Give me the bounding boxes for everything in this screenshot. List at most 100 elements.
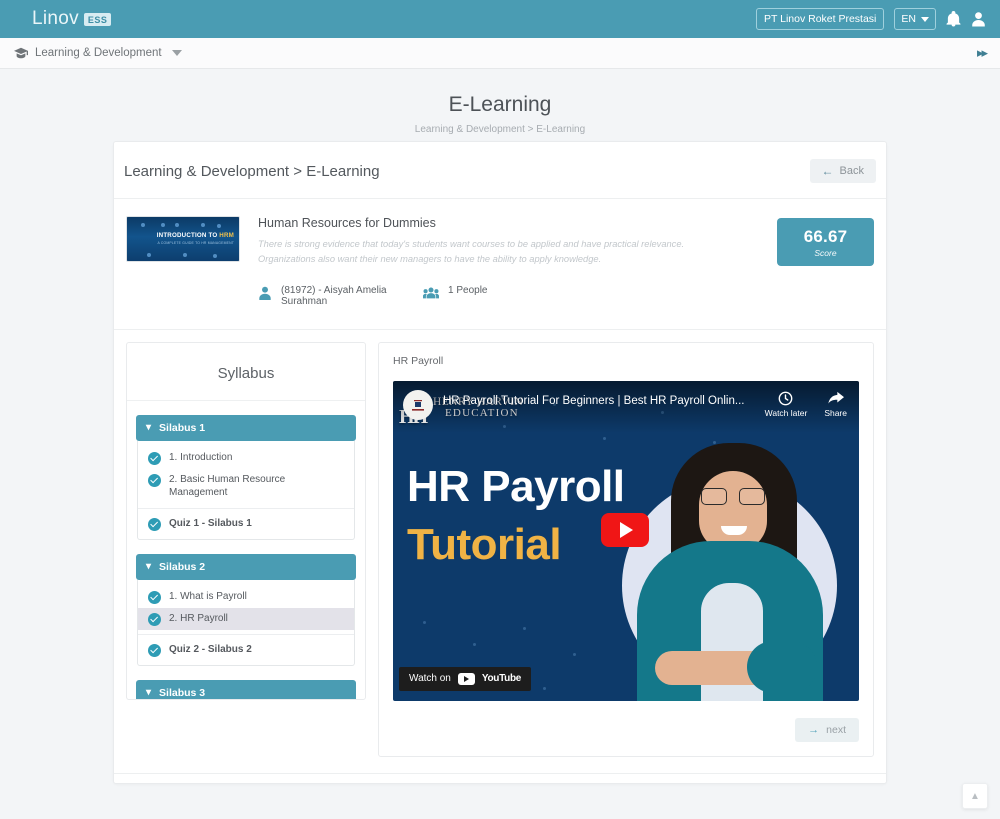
graduation-cap-icon [14,47,28,59]
brand-badge: ESS [83,13,112,26]
syllabus-quiz-item[interactable]: Quiz 2 - Silabus 2 [138,633,354,661]
arrow-left-icon: ← [821,164,834,178]
syllabus-lesson-label: 2. Basic Human Resource Management [169,473,286,499]
check-circle-icon [148,451,161,465]
course-summary: INTRODUCTION TO HRM A COMPLETE GUIDE TO … [114,199,886,330]
course-content-area: Syllabus ▾ Silabus 1 1. Introduction 2. … [114,330,886,773]
syllabus-lesson-item[interactable]: 1. What is Payroll [138,586,354,608]
watch-on-youtube-button[interactable]: Watch on YouTube [399,666,532,691]
page-header: E-Learning Learning & Development > E-Le… [0,69,1000,141]
next-button[interactable]: → next [795,717,859,742]
syllabus-quiz-label: Quiz 1 - Silabus 1 [169,517,252,529]
youtube-logo-icon [457,672,475,685]
bell-icon[interactable] [946,11,961,27]
watch-later-label: Watch later [764,407,808,418]
course-instructor: (81972) - Aisyah Amelia Surahman [258,285,423,307]
check-circle-icon [148,612,161,626]
top-header-bar: Linov ESS PT Linov Roket Prestasi EN [0,0,1000,38]
channel-avatar[interactable] [403,389,433,420]
chevron-up-icon: ▲ [970,790,980,802]
syllabus-section-header-2[interactable]: ▾ Silabus 2 [136,553,356,580]
syllabus-title: Syllabus [127,343,365,401]
course-meta: (81972) - Aisyah Amelia Surahman 1 Peopl… [258,285,751,307]
video-title-line-2: Tutorial [407,519,562,569]
elearning-card: Learning & Development > E-Learning ← Ba… [113,141,887,784]
check-circle-icon [148,590,161,604]
syllabus-lesson-label: 1. Introduction [169,451,233,463]
syllabus-section: ▾ Silabus 3 [136,679,356,699]
syllabus-lesson-label: 1. What is Payroll [169,590,247,602]
course-participants: 1 People [423,285,487,307]
chevron-down-icon: ▾ [146,560,152,572]
video-footer-actions: → next [393,717,859,742]
chevron-down-icon [921,16,929,22]
arrow-right-icon: → [808,723,820,736]
clock-icon [765,391,808,406]
share-button[interactable]: Share [824,391,847,420]
thumbnail-decoration [127,217,239,261]
nav-menu-learning-development[interactable]: Learning & Development [14,47,182,59]
thumbnail-subtitle: A COMPLETE GUIDE TO HR MANAGEMENT [157,241,234,245]
double-chevron-right-icon[interactable]: ▸▸ [977,45,988,61]
watch-on-label: Watch on [409,673,451,685]
next-button-label: next [826,723,846,736]
company-selector[interactable]: PT Linov Roket Prestasi [755,8,885,30]
syllabus-section-label: Silabus 2 [159,560,206,573]
score-badge: 66.67 Score [777,218,874,266]
group-icon [423,285,439,300]
youtube-overlay-bar: HR Payroll Tutorial For Beginners | Best… [393,380,859,433]
chevron-down-icon: ▾ [146,686,152,698]
syllabus-section: ▾ Silabus 1 1. Introduction 2. Basic Hum… [136,414,356,540]
syllabus-lesson-item[interactable]: 1. Introduction [138,447,354,469]
module-nav-bar: Learning & Development ▸▸ [0,38,1000,69]
score-value: 66.67 [803,226,848,246]
back-button-label: Back [839,165,864,177]
course-title: Human Resources for Dummies [258,216,436,230]
back-button[interactable]: ← Back [809,159,876,183]
syllabus-section-header-1[interactable]: ▾ Silabus 1 [136,414,356,441]
syllabus-section-header-3[interactable]: ▾ Silabus 3 [136,679,356,699]
syllabus-panel: Syllabus ▾ Silabus 1 1. Introduction 2. … [126,341,366,700]
play-button-icon[interactable] [601,512,649,547]
user-icon [258,285,272,300]
scroll-to-top-button[interactable]: ▲ [962,783,988,809]
page-content: Learning & Development > E-Learning ← Ba… [0,141,1000,784]
nav-menu-label: Learning & Development [35,47,162,59]
course-instructor-label: (81972) - Aisyah Amelia Surahman [281,284,387,307]
chevron-down-icon: ▾ [146,421,152,433]
card-title: Learning & Development > E-Learning [124,162,380,180]
syllabus-quiz-label: Quiz 2 - Silabus 2 [169,643,252,655]
video-heading: HR Payroll [393,354,444,367]
video-title-line-1: HR Payroll [407,461,625,511]
youtube-label: YouTube [481,673,522,685]
youtube-actions: Watch later Share [765,391,847,420]
syllabus-lesson-label: 2. HR Payroll [169,612,228,624]
syllabus-lesson-item[interactable]: 2. Basic Human Resource Management [138,469,354,504]
syllabus-section-label: Silabus 1 [159,421,206,434]
course-description: There is strong evidence that today's st… [258,239,685,265]
card-header: Learning & Development > E-Learning ← Ba… [114,142,886,199]
user-icon[interactable] [971,11,986,27]
card-footer [114,772,886,783]
syllabus-lesson-item-active[interactable]: 2. HR Payroll [138,607,354,630]
brand-name: Linov [32,8,79,29]
syllabus-section: ▾ Silabus 2 1. What is Payroll 2. HR Pay… [136,553,356,666]
share-label: Share [824,407,847,418]
course-participants-label: 1 People [448,284,488,296]
watch-later-button[interactable]: Watch later [764,391,808,420]
youtube-player[interactable]: HH HENRY HARVIN EDUCATION HR Payroll Tut… [393,380,859,701]
video-thumbnail-title: HR Payroll Tutorial [407,461,625,569]
share-arrow-icon [824,391,847,406]
language-selector[interactable]: EN [894,8,936,30]
course-details: Human Resources for Dummies There is str… [258,216,759,307]
syllabus-list[interactable]: ▾ Silabus 1 1. Introduction 2. Basic Hum… [127,401,365,699]
syllabus-section-label: Silabus 3 [159,686,206,699]
language-label: EN [901,13,916,25]
syllabus-quiz-item[interactable]: Quiz 1 - Silabus 1 [138,507,354,535]
check-circle-icon [148,473,161,487]
youtube-video-title[interactable]: HR Payroll Tutorial For Beginners | Best… [443,395,755,407]
check-circle-icon [148,517,161,531]
thumbnail-title: INTRODUCTION TO HRM [156,232,234,239]
chevron-down-icon [171,50,182,56]
app-logo[interactable]: Linov ESS [32,8,112,30]
